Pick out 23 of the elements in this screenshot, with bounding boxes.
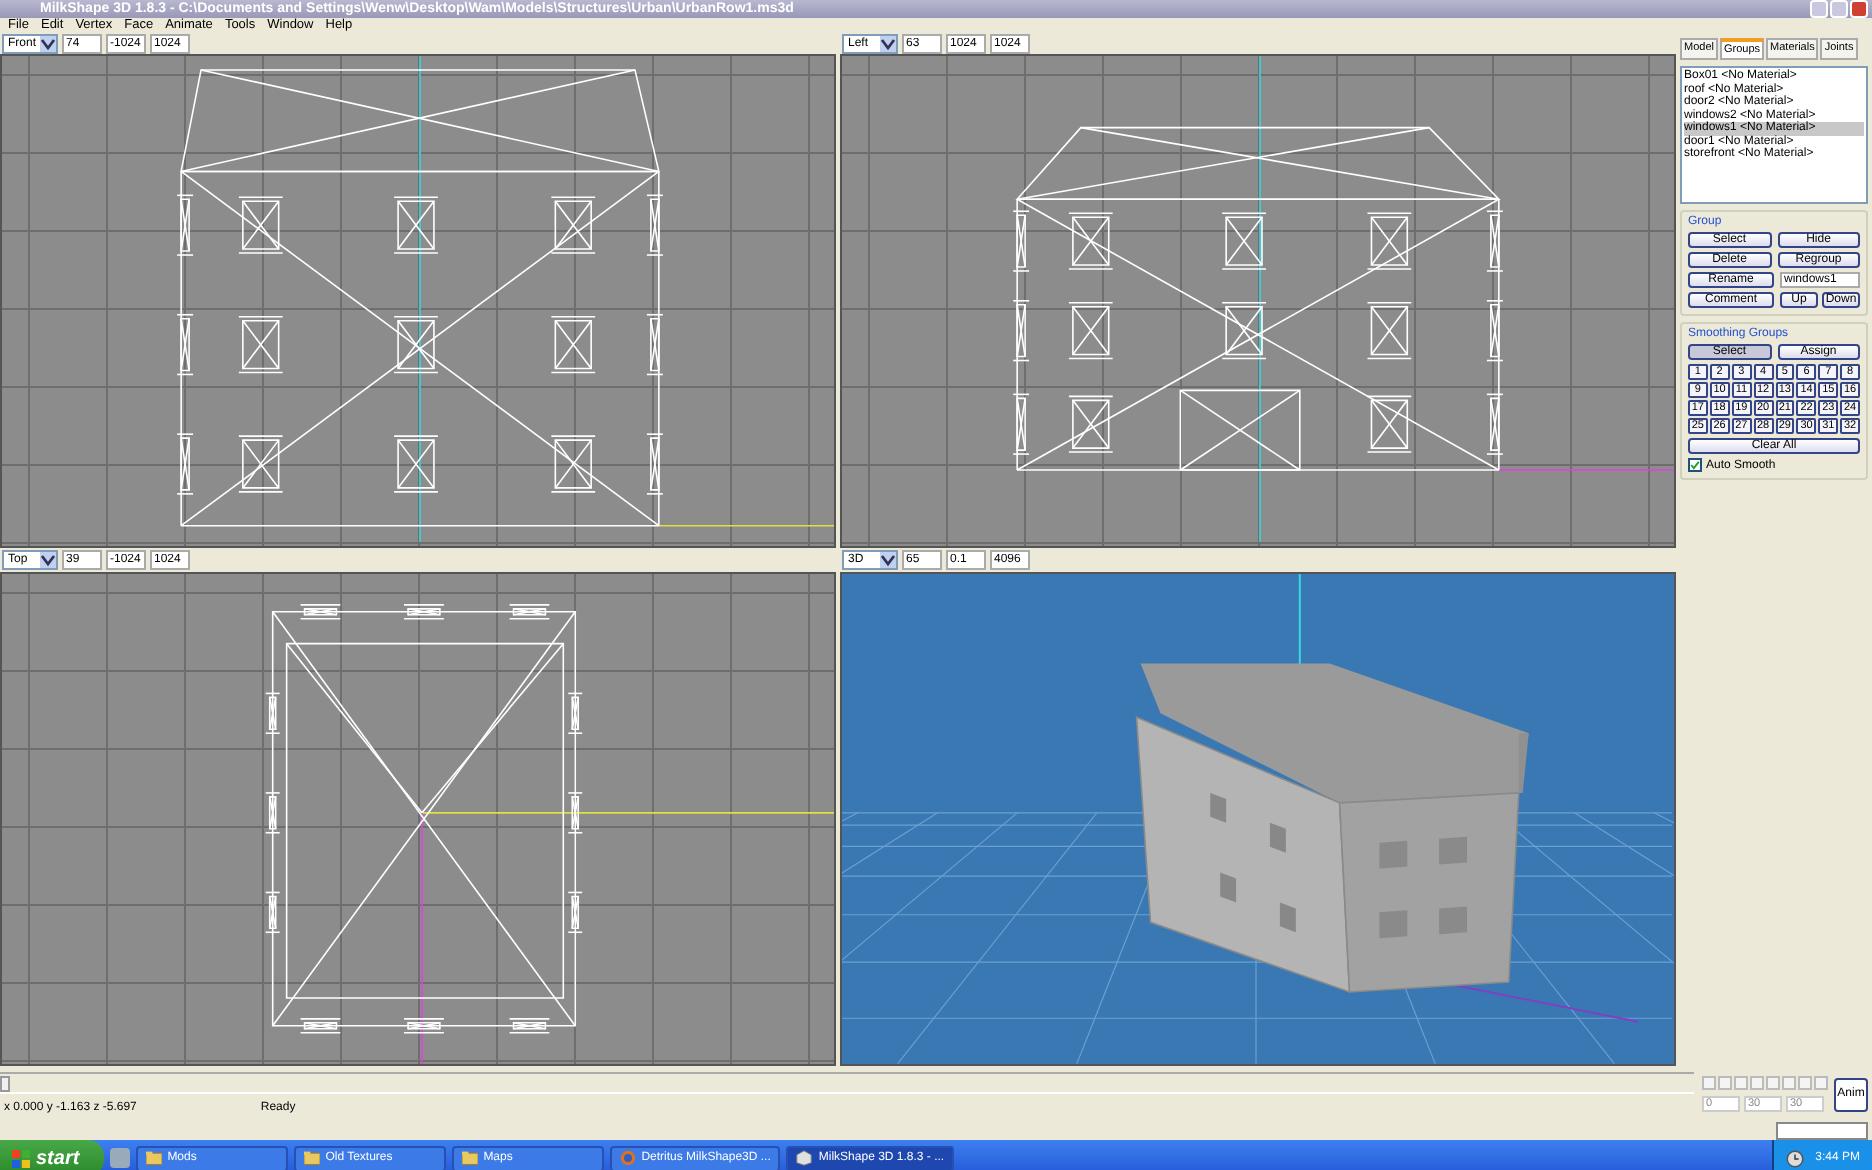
caret-icon <box>880 552 896 569</box>
minimize-button[interactable] <box>1810 0 1828 18</box>
input-field[interactable] <box>1776 1122 1868 1140</box>
windows-flag-icon <box>12 1149 30 1167</box>
folder-icon <box>303 1150 320 1166</box>
caret-icon <box>880 35 896 52</box>
viewport[interactable] <box>840 572 1676 1066</box>
slider-thumb[interactable] <box>0 1076 10 1092</box>
close-button[interactable] <box>1850 0 1868 18</box>
cube-icon <box>796 1150 813 1166</box>
globe-icon <box>619 1150 636 1166</box>
viewport[interactable] <box>840 54 1676 548</box>
timeline-slider[interactable] <box>0 1072 1694 1094</box>
clock-icon[interactable] <box>1785 1149 1804 1167</box>
caret-icon <box>40 552 56 569</box>
folder-icon <box>461 1150 478 1166</box>
caret-icon <box>40 35 56 52</box>
maximize-button[interactable] <box>1830 0 1848 18</box>
viewport[interactable] <box>0 54 836 548</box>
viewport[interactable] <box>0 572 836 1066</box>
checkbox[interactable] <box>1688 458 1702 472</box>
folder-icon <box>145 1150 162 1166</box>
start-button[interactable]: start <box>0 1140 104 1170</box>
